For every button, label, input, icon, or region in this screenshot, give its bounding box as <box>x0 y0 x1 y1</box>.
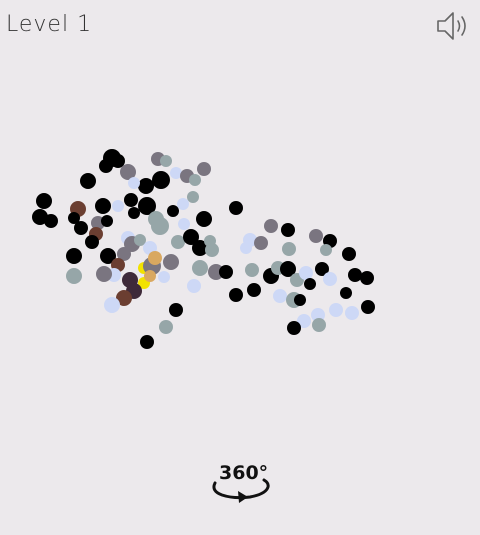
dot-gray[interactable] <box>309 229 323 243</box>
dot-slate[interactable] <box>189 174 201 186</box>
dot-slate[interactable] <box>312 318 326 332</box>
dot-lavender[interactable] <box>158 271 170 283</box>
dot-black[interactable] <box>101 215 113 227</box>
dot-black[interactable] <box>95 198 111 214</box>
dot-gray[interactable] <box>197 162 211 176</box>
dot-gray[interactable] <box>163 254 179 270</box>
rotate-360-button[interactable]: 360° <box>208 458 274 504</box>
dot-black[interactable] <box>44 214 58 228</box>
dot-gray[interactable] <box>254 236 268 250</box>
dot-black[interactable] <box>99 159 113 173</box>
dot-slate[interactable] <box>66 268 82 284</box>
dot-black[interactable] <box>140 335 154 349</box>
dot-lavender[interactable] <box>187 279 201 293</box>
dot-lavender[interactable] <box>323 272 337 286</box>
dot-black[interactable] <box>152 171 170 189</box>
dot-black[interactable] <box>229 201 243 215</box>
dot-slate[interactable] <box>320 244 332 256</box>
dot-black[interactable] <box>167 205 179 217</box>
dot-black[interactable] <box>80 173 96 189</box>
dot-black[interactable] <box>342 247 356 261</box>
dot-lavender[interactable] <box>104 297 120 313</box>
dot-tan[interactable] <box>148 251 162 265</box>
dot-black[interactable] <box>360 271 374 285</box>
dot-lavender[interactable] <box>178 218 190 230</box>
dot-tan[interactable] <box>144 270 156 282</box>
dot-black[interactable] <box>229 288 243 302</box>
dot-slate[interactable] <box>282 242 296 256</box>
dot-black[interactable] <box>128 207 140 219</box>
dot-black[interactable] <box>66 248 82 264</box>
dot-slate[interactable] <box>160 155 172 167</box>
dot-slate[interactable] <box>245 263 259 277</box>
dot-black[interactable] <box>85 235 99 249</box>
dot-lavender[interactable] <box>128 177 140 189</box>
dot-slate[interactable] <box>159 320 173 334</box>
dot-slate[interactable] <box>151 217 169 235</box>
dot-black[interactable] <box>294 294 306 306</box>
dot-black[interactable] <box>36 193 52 209</box>
dot-lavender[interactable] <box>112 200 124 212</box>
dot-slate[interactable] <box>187 191 199 203</box>
rotate-360-label: 360° <box>219 462 269 484</box>
dot-black[interactable] <box>281 223 295 237</box>
dot-slate[interactable] <box>171 235 185 249</box>
dot-black[interactable] <box>169 303 183 317</box>
dot-black[interactable] <box>287 321 301 335</box>
dot-field[interactable] <box>0 0 480 535</box>
dot-black[interactable] <box>196 211 212 227</box>
dot-lavender[interactable] <box>273 289 287 303</box>
dot-black[interactable] <box>219 265 233 279</box>
dot-black[interactable] <box>348 268 362 282</box>
dot-black[interactable] <box>74 221 88 235</box>
dot-black[interactable] <box>340 287 352 299</box>
dot-gray[interactable] <box>96 266 112 282</box>
dot-slate[interactable] <box>205 243 219 257</box>
dot-slate[interactable] <box>192 260 208 276</box>
dot-black[interactable] <box>124 193 138 207</box>
dot-black[interactable] <box>304 278 316 290</box>
dot-black[interactable] <box>138 178 154 194</box>
dot-black[interactable] <box>247 283 261 297</box>
dot-lavender[interactable] <box>345 306 359 320</box>
dot-gray[interactable] <box>264 219 278 233</box>
dot-lavender[interactable] <box>177 198 189 210</box>
dot-lavender[interactable] <box>329 303 343 317</box>
dot-black[interactable] <box>361 300 375 314</box>
dot-lavender[interactable] <box>240 242 252 254</box>
dot-lavender[interactable] <box>299 266 313 280</box>
